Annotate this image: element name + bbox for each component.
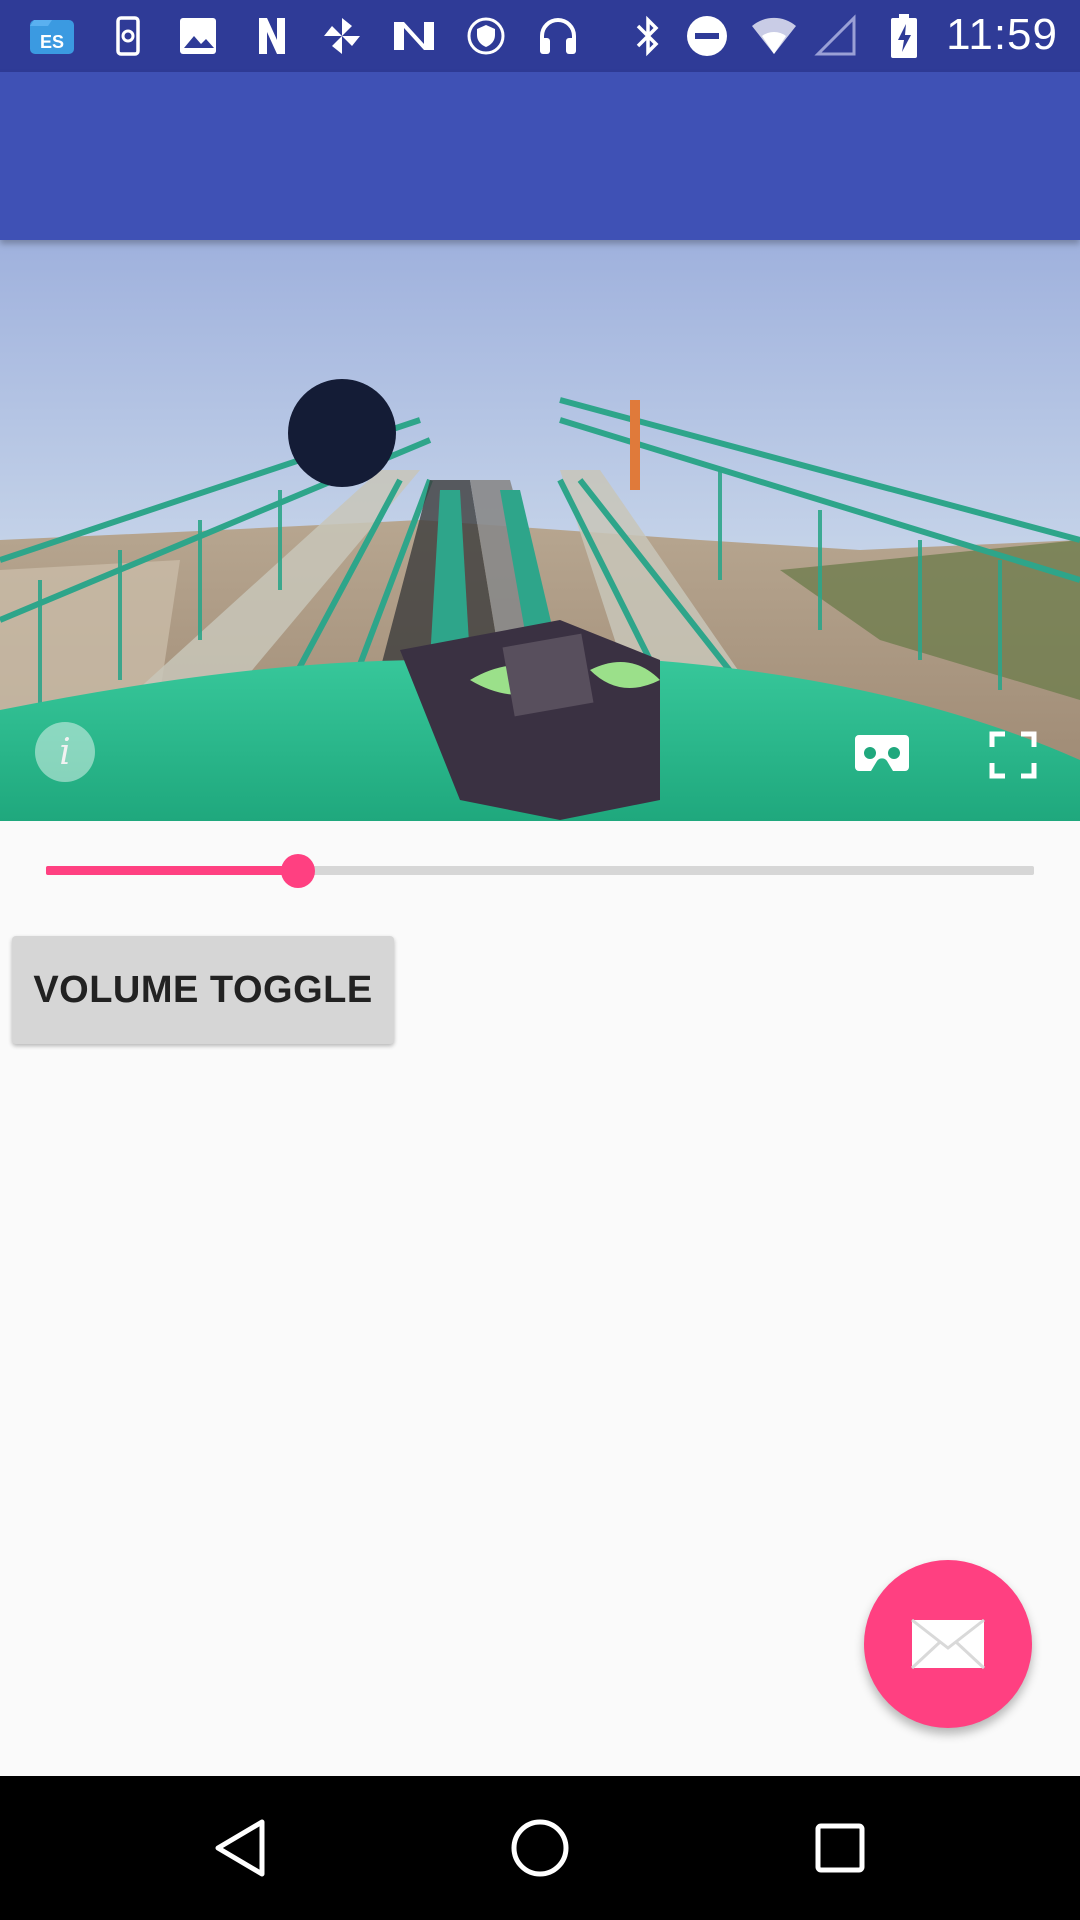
email-icon: [910, 1618, 986, 1670]
n-logo-icon: [390, 14, 438, 58]
seekbar-thumb[interactable]: [280, 854, 315, 888]
status-time: 11:59: [946, 10, 1058, 59]
image-icon: [174, 14, 222, 58]
vr-video-view[interactable]: i: [0, 240, 1080, 821]
video-seekbar[interactable]: [46, 854, 1034, 888]
back-icon: [215, 1819, 265, 1877]
fullscreen-icon: [989, 731, 1037, 779]
n-app-icon: [248, 14, 296, 58]
phone-sync-icon: [104, 14, 152, 58]
status-bar: ES 11:59: [0, 0, 1080, 72]
cardboard-vr-button[interactable]: [852, 730, 912, 776]
roller-coaster-video-frame: [0, 240, 1080, 821]
seekbar-progress: [46, 866, 298, 875]
fullscreen-button[interactable]: [988, 730, 1038, 780]
home-button[interactable]: [504, 1812, 576, 1884]
back-button[interactable]: [204, 1812, 276, 1884]
recents-button[interactable]: [804, 1812, 876, 1884]
home-icon: [511, 1819, 569, 1877]
pinwheel-icon: [318, 14, 366, 58]
vpn-shield-icon: [462, 14, 510, 58]
cardboard-vr-icon: [855, 735, 909, 771]
bluetooth-icon: [624, 14, 672, 58]
info-icon: i: [59, 731, 71, 773]
do-not-disturb-icon: [683, 14, 731, 58]
es-file-explorer-icon: ES: [28, 14, 76, 58]
battery-charging-icon: [880, 14, 928, 58]
wifi-icon: [750, 14, 798, 58]
volume-toggle-button[interactable]: VOLUME TOGGLE: [12, 936, 394, 1044]
headphones-icon: [534, 14, 582, 58]
app-bar: [0, 72, 1080, 240]
navigation-bar: [0, 1776, 1080, 1920]
svg-text:ES: ES: [40, 32, 64, 52]
info-button[interactable]: i: [35, 722, 95, 782]
recents-icon: [815, 1823, 865, 1873]
cell-signal-icon: [812, 14, 860, 58]
email-fab[interactable]: [864, 1560, 1032, 1728]
